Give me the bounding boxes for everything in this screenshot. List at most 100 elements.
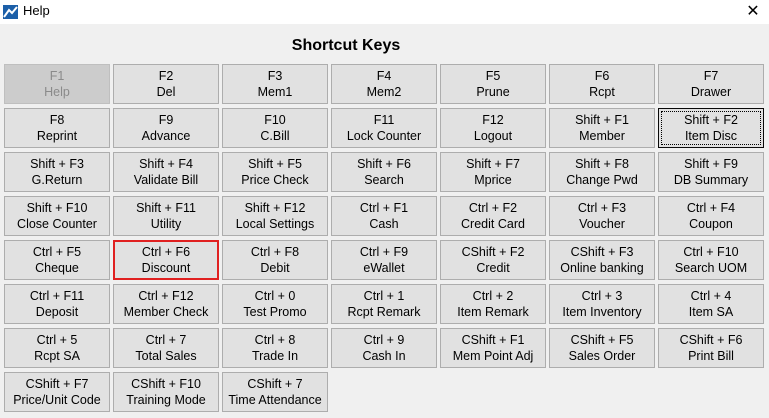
shortcut-button-sales-order[interactable]: CShift + F5 Sales Order [549,328,655,368]
shortcut-button-advance[interactable]: F9 Advance [113,108,219,148]
shortcut-button-print-bill[interactable]: CShift + F6 Print Bill [658,328,764,368]
shortcut-button-price-unit-code[interactable]: CShift + F7 Price/Unit Code [4,372,110,412]
shortcut-action-label: Price/Unit Code [13,393,101,407]
shortcut-key-label: Shift + F4 [139,157,193,171]
shortcut-action-label: Lock Counter [346,129,422,143]
shortcut-button-del[interactable]: F2 Del [113,64,219,104]
shortcut-action-label: Discount [141,261,191,275]
shortcut-button-reprint[interactable]: F8 Reprint [4,108,110,148]
shortcut-key-label: Ctrl + 8 [254,333,296,347]
shortcut-key-label: Shift + F7 [466,157,520,171]
shortcut-action-label: Prune [476,85,510,99]
shortcut-button-rcpt-sa[interactable]: Ctrl + 5 Rcpt SA [4,328,110,368]
shortcut-action-label: Item Remark [457,305,529,319]
shortcut-action-label: Advance [141,129,191,143]
shortcut-button-deposit[interactable]: Ctrl + F11 Deposit [4,284,110,324]
shortcut-button-prune[interactable]: F5 Prune [440,64,546,104]
shortcut-button-mem-point-adj[interactable]: CShift + F1 Mem Point Adj [440,328,546,368]
shortcut-action-label: Cash In [362,349,406,363]
shortcut-button-voucher[interactable]: Ctrl + F3 Voucher [549,196,655,236]
shortcut-key-label: Shift + F8 [575,157,629,171]
shortcut-key-label: Ctrl + 7 [145,333,187,347]
shortcut-key-label: F9 [158,113,174,127]
shortcut-button-search[interactable]: Shift + F6 Search [331,152,437,192]
shortcut-button-mem1[interactable]: F3 Mem1 [222,64,328,104]
shortcut-key-label: CShift + F6 [679,333,743,347]
shortcut-button-member[interactable]: Shift + F1 Member [549,108,655,148]
shortcut-action-label: Credit [476,261,510,275]
shortcut-button-close-counter[interactable]: Shift + F10 Close Counter [4,196,110,236]
shortcut-key-label: Shift + F2 [684,113,738,127]
shortcut-action-label: Drawer [690,85,732,99]
shortcut-button-discount[interactable]: Ctrl + F6 Discount [113,240,219,280]
shortcut-action-label: Logout [473,129,513,143]
shortcut-action-label: Coupon [689,217,733,231]
shortcut-button-credit[interactable]: CShift + F2 Credit [440,240,546,280]
shortcut-button-member-check[interactable]: Ctrl + F12 Member Check [113,284,219,324]
shortcut-key-label: Ctrl + 9 [363,333,405,347]
shortcut-button-training-mode[interactable]: CShift + F10 Training Mode [113,372,219,412]
shortcut-button-utility[interactable]: Shift + F11 Utility [113,196,219,236]
shortcut-key-label: Ctrl + F11 [29,289,85,303]
shortcut-button-cash-in[interactable]: Ctrl + 9 Cash In [331,328,437,368]
close-icon[interactable]: ✕ [742,2,764,22]
shortcut-button-lock-counter[interactable]: F11 Lock Counter [331,108,437,148]
shortcut-key-label: CShift + F1 [461,333,525,347]
shortcut-action-label: Change Pwd [566,173,638,187]
shortcut-button-credit-card[interactable]: Ctrl + F2 Credit Card [440,196,546,236]
shortcut-button-c-bill[interactable]: F10 C.Bill [222,108,328,148]
shortcut-key-label: Ctrl + F8 [250,245,300,259]
shortcut-action-label: Mem Point Adj [452,349,534,363]
shortcut-action-label: Utility [150,217,182,231]
shortcut-button-g-return[interactable]: Shift + F3 G.Return [4,152,110,192]
shortcut-button-local-settings[interactable]: Shift + F12 Local Settings [222,196,328,236]
shortcut-key-label: CShift + F5 [570,333,634,347]
shortcut-button-item-disc[interactable]: Shift + F2 Item Disc [658,108,764,148]
shortcut-action-label: Item Inventory [562,305,642,319]
shortcut-action-label: eWallet [363,261,405,275]
shortcut-button-total-sales[interactable]: Ctrl + 7 Total Sales [113,328,219,368]
shortcut-key-label: Ctrl + 0 [254,289,296,303]
shortcut-key-label: Ctrl + F12 [138,289,194,303]
shortcut-button-logout[interactable]: F12 Logout [440,108,546,148]
shortcut-button-search-uom[interactable]: Ctrl + F10 Search UOM [658,240,764,280]
shortcut-button-ewallet[interactable]: Ctrl + F9 eWallet [331,240,437,280]
shortcut-button-mprice[interactable]: Shift + F7 Mprice [440,152,546,192]
shortcut-action-label: Mem2 [366,85,402,99]
shortcut-action-label: Credit Card [461,217,525,231]
shortcut-key-label: Shift + F11 [136,201,196,215]
shortcut-button-validate-bill[interactable]: Shift + F4 Validate Bill [113,152,219,192]
shortcut-action-label: Online banking [560,261,644,275]
shortcut-button-item-sa[interactable]: Ctrl + 4 Item SA [658,284,764,324]
shortcut-button-drawer[interactable]: F7 Drawer [658,64,764,104]
shortcut-key-label: CShift + F7 [25,377,89,391]
shortcut-button-trade-in[interactable]: Ctrl + 8 Trade In [222,328,328,368]
shortcut-action-label: Validate Bill [133,173,199,187]
shortcut-button-db-summary[interactable]: Shift + F9 DB Summary [658,152,764,192]
shortcut-button-item-remark[interactable]: Ctrl + 2 Item Remark [440,284,546,324]
shortcut-button-time-attendance[interactable]: CShift + 7 Time Attendance [222,372,328,412]
shortcut-action-label: Del [156,85,176,99]
shortcut-button-test-promo[interactable]: Ctrl + 0 Test Promo [222,284,328,324]
shortcut-button-item-inventory[interactable]: Ctrl + 3 Item Inventory [549,284,655,324]
shortcut-button-price-check[interactable]: Shift + F5 Price Check [222,152,328,192]
shortcut-button-change-pwd[interactable]: Shift + F8 Change Pwd [549,152,655,192]
shortcut-button-online-banking[interactable]: CShift + F3 Online banking [549,240,655,280]
shortcut-button-mem2[interactable]: F4 Mem2 [331,64,437,104]
shortcut-button-rcpt-remark[interactable]: Ctrl + 1 Rcpt Remark [331,284,437,324]
app-icon [3,5,18,19]
shortcut-key-label: F2 [158,69,174,83]
shortcut-action-label: Cash [369,217,399,231]
shortcut-key-label: Ctrl + 2 [472,289,514,303]
shortcut-action-label: Member [579,129,625,143]
shortcut-key-label: F10 [264,113,286,127]
shortcut-key-label: Shift + F10 [26,201,88,215]
shortcut-button-cheque[interactable]: Ctrl + F5 Cheque [4,240,110,280]
shortcut-action-label: Test Promo [243,305,307,319]
shortcut-button-debit[interactable]: Ctrl + F8 Debit [222,240,328,280]
shortcut-button-cash[interactable]: Ctrl + F1 Cash [331,196,437,236]
shortcut-button-coupon[interactable]: Ctrl + F4 Coupon [658,196,764,236]
shortcut-action-label: Voucher [579,217,625,231]
shortcut-key-label: CShift + 7 [247,377,303,391]
shortcut-button-rcpt[interactable]: F6 Rcpt [549,64,655,104]
